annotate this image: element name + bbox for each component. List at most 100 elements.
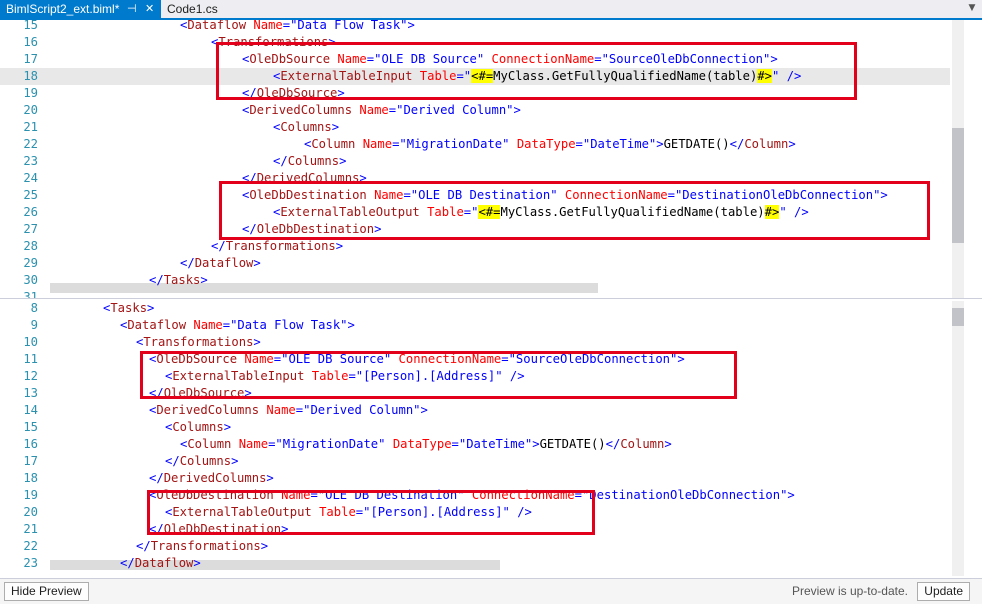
code-text[interactable]: <ExternalTableOutput Table="[Person].[Ad…: [165, 504, 532, 521]
code-line[interactable]: 15 <Dataflow Name="Data Flow Task">: [0, 20, 950, 34]
line-number: 28: [23, 239, 38, 253]
scrollbar-thumb[interactable]: [952, 128, 964, 243]
code-line[interactable]: 11 <OleDbSource Name="OLE DB Source" Conn…: [0, 351, 950, 368]
code-token: />: [794, 205, 809, 219]
code-text[interactable]: <Dataflow Name="Data Flow Task">: [180, 20, 415, 34]
code-token: >: [677, 352, 685, 366]
code-editor-pane[interactable]: 15 <Dataflow Name="Data Flow Task"> 16 <Tra…: [0, 20, 982, 298]
code-line[interactable]: 27 </OleDbDestination>: [0, 221, 950, 238]
code-line[interactable]: 18 <ExternalTableInput Table="<#=MyClass.…: [0, 68, 950, 85]
code-text[interactable]: </Transformations>: [211, 238, 343, 255]
code-line[interactable]: 16 <Column Name="MigrationDate" DataType=…: [0, 436, 950, 453]
close-icon[interactable]: ✕: [145, 0, 154, 18]
code-line[interactable]: 20 <ExternalTableOutput Table="[Person].[…: [0, 504, 950, 521]
code-line[interactable]: 26 <ExternalTableOutput Table="<#=MyClass…: [0, 204, 950, 221]
code-text[interactable]: <Transformations>: [211, 34, 336, 51]
code-token: DataType: [516, 137, 576, 151]
code-line[interactable]: 21 <Columns>: [0, 119, 950, 136]
code-line[interactable]: 19 <OleDbDestination Name="OLE DB Destina…: [0, 487, 950, 504]
code-text[interactable]: </OleDbDestination>: [242, 221, 381, 238]
code-line[interactable]: 23 </Columns>: [0, 153, 950, 170]
code-token: =: [456, 69, 464, 83]
code-text[interactable]: </OleDbDestination>: [149, 521, 288, 538]
code-text[interactable]: </OleDbSource>: [149, 385, 252, 402]
code-line[interactable]: 21 </OleDbDestination>: [0, 521, 950, 538]
code-token: Columns: [287, 154, 340, 168]
pin-icon[interactable]: ⊣: [127, 0, 137, 18]
code-text[interactable]: <Column Name="MigrationDate" DataType="D…: [304, 136, 796, 153]
update-button[interactable]: Update: [917, 582, 970, 601]
code-line[interactable]: 30 </Tasks>: [0, 272, 950, 289]
code-line[interactable]: 16 <Transformations>: [0, 34, 950, 51]
code-line[interactable]: 20 <DerivedColumns Name="Derived Column">: [0, 102, 950, 119]
code-text[interactable]: <ExternalTableInput Table="[Person].[Add…: [165, 368, 525, 385]
code-token: >: [788, 137, 796, 151]
code-line[interactable]: 18 </DerivedColumns>: [0, 470, 950, 487]
code-token: >: [359, 171, 367, 185]
code-text[interactable]: <DerivedColumns Name="Derived Column">: [242, 102, 521, 119]
code-line[interactable]: 19 </OleDbSource>: [0, 85, 950, 102]
code-text[interactable]: </Tasks>: [149, 272, 208, 289]
code-token: </: [120, 556, 135, 570]
code-text[interactable]: <Dataflow Name="Data Flow Task">: [120, 317, 355, 334]
code-line[interactable]: 22 <Column Name="MigrationDate" DataType=…: [0, 136, 950, 153]
code-line[interactable]: 25 <OleDbDestination Name="OLE DB Destina…: [0, 187, 950, 204]
code-line[interactable]: 10 <Transformations>: [0, 334, 950, 351]
code-text[interactable]: </Transformations>: [136, 538, 268, 555]
line-number: 21: [23, 522, 38, 536]
code-text[interactable]: <ExternalTableInput Table="<#=MyClass.Ge…: [273, 68, 801, 85]
code-text[interactable]: <OleDbSource Name="OLE DB Source" Connec…: [149, 351, 685, 368]
code-token: Name: [337, 52, 367, 66]
code-text[interactable]: <Columns>: [165, 419, 231, 436]
tab-code1-cs[interactable]: Code1.cs: [161, 0, 223, 18]
code-token: =: [575, 137, 583, 151]
code-token: Table: [319, 505, 356, 519]
tab-bimlscript2-ext[interactable]: BimlScript2_ext.biml* ⊣ ✕: [0, 0, 161, 18]
code-text[interactable]: <Columns>: [273, 119, 339, 136]
code-line[interactable]: 13 </OleDbSource>: [0, 385, 950, 402]
code-line[interactable]: 17 </Columns>: [0, 453, 950, 470]
code-line[interactable]: 17 <OleDbSource Name="OLE DB Source" Conn…: [0, 51, 950, 68]
code-text[interactable]: </DerivedColumns>: [149, 470, 274, 487]
line-number: 9: [30, 318, 38, 332]
code-text[interactable]: <ExternalTableOutput Table="<#=MyClass.G…: [273, 204, 809, 221]
tab-overflow-chevron-down-icon[interactable]: ▼: [966, 2, 978, 14]
code-token: "DestinationOleDbConnection": [581, 488, 788, 502]
code-text[interactable]: <OleDbDestination Name="OLE DB Destinati…: [242, 187, 888, 204]
code-text[interactable]: </Dataflow>: [120, 555, 201, 572]
line-number: 20: [23, 505, 38, 519]
code-text[interactable]: <Column Name="MigrationDate" DataType="D…: [180, 436, 672, 453]
code-text[interactable]: </Columns>: [165, 453, 238, 470]
code-line[interactable]: 31: [0, 289, 950, 298]
code-token: Name: [359, 103, 389, 117]
code-line[interactable]: 29 </Dataflow>: [0, 255, 950, 272]
code-token: =: [310, 488, 318, 502]
scrollbar-thumb[interactable]: [952, 308, 964, 326]
code-text[interactable]: <Transformations>: [136, 334, 261, 351]
code-line[interactable]: 12 <ExternalTableInput Table="[Person].[A…: [0, 368, 950, 385]
vertical-scrollbar[interactable]: [952, 301, 964, 576]
code-line[interactable]: 28 </Transformations>: [0, 238, 950, 255]
code-text[interactable]: </Columns>: [273, 153, 346, 170]
code-text[interactable]: <DerivedColumns Name="Derived Column">: [149, 402, 428, 419]
code-line[interactable]: 24 </DerivedColumns>: [0, 170, 950, 187]
code-token: "DateTime": [458, 437, 533, 451]
code-text[interactable]: </Dataflow>: [180, 255, 261, 272]
hide-preview-button[interactable]: Hide Preview: [4, 582, 89, 601]
code-text[interactable]: </DerivedColumns>: [242, 170, 367, 187]
code-text[interactable]: </OleDbSource>: [242, 85, 345, 102]
preview-pane[interactable]: 8 <Tasks> 9 <Dataflow Name="Data Flow Task"…: [0, 301, 982, 576]
preview-status-bar: Hide Preview Preview is up-to-date. Upda…: [0, 578, 982, 604]
code-token: ExternalTableOutput: [172, 505, 320, 519]
vertical-scrollbar[interactable]: [952, 20, 964, 298]
code-text[interactable]: <OleDbSource Name="OLE DB Source" Connec…: [242, 51, 778, 68]
code-text[interactable]: <OleDbDestination Name="OLE DB Destinati…: [149, 487, 795, 504]
code-line[interactable]: 22 </Transformations>: [0, 538, 950, 555]
code-line[interactable]: 23 </Dataflow>: [0, 555, 950, 572]
code-text[interactable]: <Tasks>: [103, 301, 154, 317]
code-line[interactable]: 8 <Tasks>: [0, 301, 950, 317]
line-number: 17: [23, 454, 38, 468]
code-line[interactable]: 14 <DerivedColumns Name="Derived Column">: [0, 402, 950, 419]
code-line[interactable]: 9 <Dataflow Name="Data Flow Task">: [0, 317, 950, 334]
code-line[interactable]: 15 <Columns>: [0, 419, 950, 436]
